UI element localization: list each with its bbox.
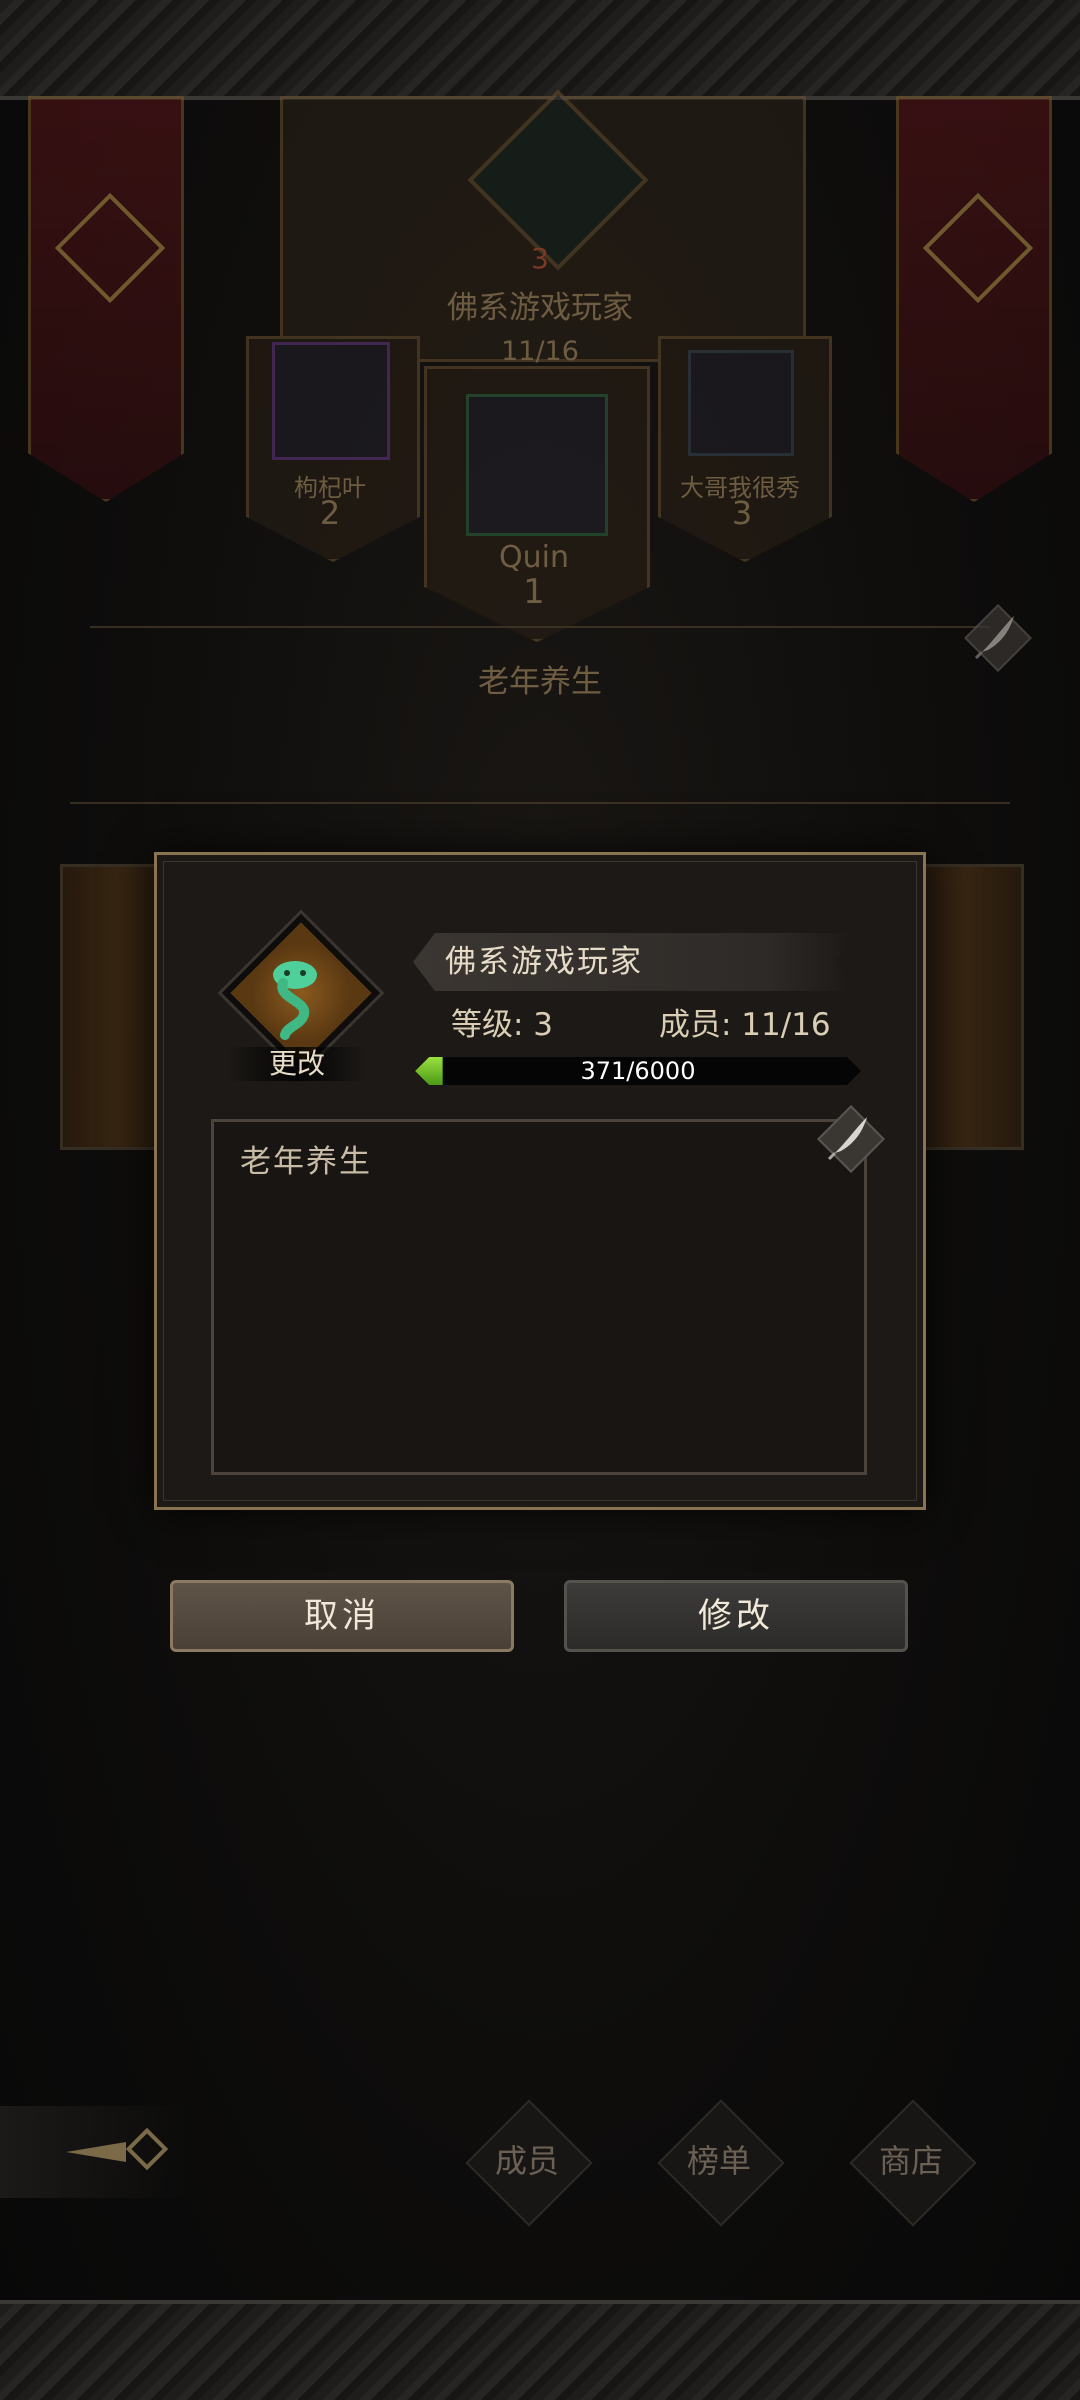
quill-pen-icon bbox=[974, 616, 1014, 660]
rank-3-number: 3 bbox=[731, 494, 753, 532]
tab-ranking[interactable]: 榜单 bbox=[644, 2086, 794, 2236]
guild-name: 佛系游戏玩家 bbox=[445, 944, 643, 980]
avatar bbox=[688, 350, 794, 456]
tab-ranking-label: 榜单 bbox=[686, 2142, 751, 2180]
bg-member-count: 11/16 bbox=[501, 336, 579, 367]
guild-xp-bar: 371/6000 bbox=[415, 1057, 861, 1085]
rank-1-number: 1 bbox=[523, 572, 545, 612]
edit-description-button[interactable] bbox=[817, 1105, 885, 1173]
guild-member-count: 成员: 11/16 bbox=[659, 1007, 831, 1043]
guild-description-field[interactable]: 老年养生 bbox=[211, 1119, 867, 1475]
banner-emblem-icon bbox=[54, 192, 166, 304]
game-screen: 3 佛系游戏玩家 11/16 枸杞叶 2 大哥我很秀 3 Quin 1 老年养生 bbox=[0, 0, 1080, 2400]
rank-1-name: Quin bbox=[499, 540, 569, 575]
quill-pen-icon bbox=[827, 1117, 867, 1161]
tab-shop[interactable]: 商店 bbox=[836, 2086, 986, 2236]
bg-notice: 老年养生 bbox=[478, 664, 602, 700]
left-banner bbox=[28, 96, 184, 502]
background-edit-button bbox=[964, 604, 1032, 672]
guild-level-badge: 3 bbox=[531, 242, 549, 275]
divider bbox=[70, 802, 1010, 804]
guild-xp-text: 371/6000 bbox=[580, 1057, 696, 1085]
rank-2-number: 2 bbox=[319, 494, 341, 532]
guild-emblem-button[interactable] bbox=[217, 909, 385, 1077]
guild-level: 等级: 3 bbox=[451, 1007, 554, 1043]
tab-members-label: 成员 bbox=[494, 2142, 559, 2180]
tab-shop-label: 商店 bbox=[878, 2142, 943, 2180]
tab-members[interactable]: 成员 bbox=[452, 2086, 602, 2236]
back-arrow-icon bbox=[66, 2127, 169, 2171]
bg-card-right bbox=[910, 864, 1024, 1150]
guild-edit-dialog: 更改 佛系游戏玩家 等级: 3 成员: 11/16 371/6000 老年养生 bbox=[154, 852, 926, 1510]
top-ornament-border bbox=[0, 0, 1080, 100]
back-button[interactable] bbox=[0, 2106, 190, 2198]
cancel-button[interactable]: 取消 bbox=[170, 1580, 514, 1652]
snake-emblem-icon bbox=[273, 961, 317, 1040]
right-banner bbox=[896, 96, 1052, 502]
banner-emblem-icon bbox=[922, 192, 1034, 304]
bg-guild-name: 佛系游戏玩家 bbox=[447, 290, 633, 326]
divider bbox=[90, 626, 990, 628]
guild-description-text: 老年养生 bbox=[240, 1144, 372, 1180]
avatar bbox=[272, 342, 390, 460]
avatar bbox=[466, 394, 608, 536]
modify-button[interactable]: 修改 bbox=[564, 1580, 908, 1652]
bottom-ornament-border bbox=[0, 2300, 1080, 2400]
change-emblem-label[interactable]: 更改 bbox=[227, 1047, 367, 1081]
